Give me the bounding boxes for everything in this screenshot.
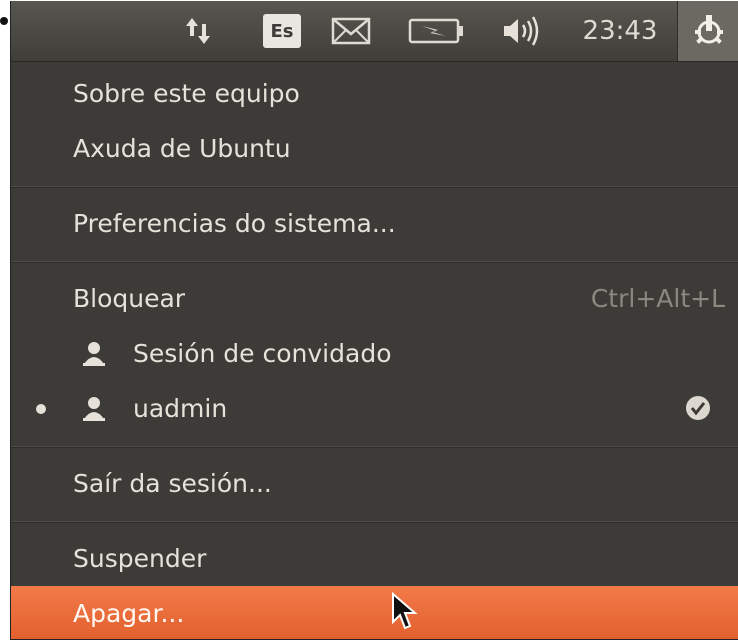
menu-separator: [11, 176, 738, 196]
menu-item-label: Suspender: [73, 544, 207, 573]
keyboard-layout-indicator[interactable]: Es: [259, 1, 305, 61]
user-icon: [83, 397, 105, 421]
menu-item-suspend[interactable]: Suspender: [11, 531, 738, 586]
user-icon: [83, 342, 105, 366]
menu-item-label: Sobre este equipo: [73, 79, 300, 108]
screen-edge-marker: [0, 17, 8, 25]
menu-item-label: Apagar...: [73, 598, 185, 628]
ubuntu-session-menu-screenshot: Es 23:43 Sobre este equipo Axuda de Ubun…: [10, 1, 738, 640]
menu-separator: [11, 251, 738, 271]
checkmark-icon: [686, 396, 710, 420]
clock[interactable]: 23:43: [569, 1, 671, 61]
keyboard-layout-label: Es: [263, 14, 301, 48]
menu-item-guest-session[interactable]: Sesión de convidado: [11, 326, 738, 381]
menu-item-label: Saír da sesión...: [73, 469, 272, 498]
menu-item-user-uadmin[interactable]: uadmin: [11, 381, 738, 436]
active-user-bullet-icon: [36, 404, 46, 414]
menu-item-help[interactable]: Axuda de Ubuntu: [11, 121, 738, 176]
session-menu: Sobre este equipo Axuda de Ubuntu Prefer…: [11, 62, 738, 639]
network-indicator[interactable]: [179, 1, 219, 61]
menu-separator: [11, 511, 738, 531]
battery-icon: [408, 18, 463, 44]
menu-item-label: Bloquear: [73, 284, 186, 313]
menu-item-lock[interactable]: Bloquear Ctrl+Alt+L: [11, 271, 738, 326]
battery-indicator[interactable]: [401, 1, 473, 61]
menu-item-label: Sesión de convidado: [133, 339, 392, 368]
messaging-indicator[interactable]: [325, 1, 377, 61]
mouse-pointer-icon: [392, 592, 418, 630]
session-icon: [695, 15, 723, 44]
session-indicator[interactable]: [677, 1, 738, 61]
menu-item-log-out[interactable]: Saír da sesión...: [11, 456, 738, 511]
menu-item-shutdown[interactable]: Apagar...: [11, 586, 738, 639]
lock-shortcut: Ctrl+Alt+L: [590, 284, 725, 313]
network-icon: [186, 18, 210, 44]
mail-icon: [331, 17, 371, 45]
menu-separator: [11, 436, 738, 456]
top-panel: Es 23:43: [11, 1, 738, 62]
menu-item-system-settings[interactable]: Preferencias do sistema...: [11, 196, 738, 251]
volume-icon: [504, 16, 539, 46]
sound-indicator[interactable]: [497, 1, 549, 61]
menu-item-label: Axuda de Ubuntu: [73, 134, 291, 163]
menu-item-about[interactable]: Sobre este equipo: [11, 66, 738, 121]
menu-item-label: uadmin: [133, 394, 228, 423]
menu-item-label: Preferencias do sistema...: [73, 209, 396, 238]
